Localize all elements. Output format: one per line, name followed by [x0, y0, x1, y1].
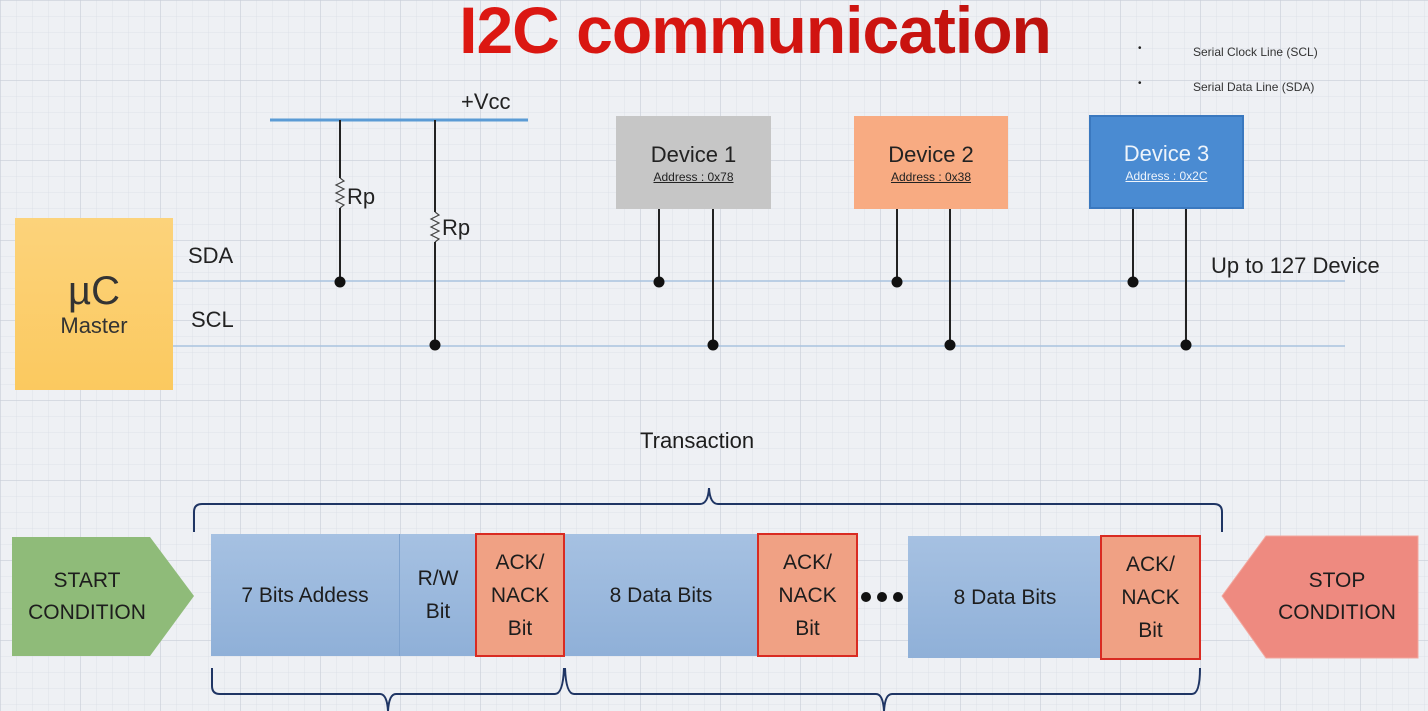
field-label: Bit — [1138, 619, 1163, 642]
field-label: 7 Bits Addess — [241, 583, 369, 607]
field-label: Bit — [795, 616, 820, 640]
data-frame-brace — [564, 667, 1201, 711]
device-address: Address : 0x38 — [890, 169, 972, 184]
stop-line1: STOP — [1308, 569, 1366, 592]
field-label: Bit — [507, 616, 533, 640]
junction-dot — [1127, 276, 1139, 288]
start-line2: CONDITION — [28, 600, 146, 624]
ack-nack-bit-1: ACK/ NACK Bit — [475, 533, 565, 657]
rw-bit-field: R/W Bit — [399, 534, 476, 656]
field-label: NACK — [778, 583, 837, 607]
device-name: Device 2 — [888, 141, 974, 167]
pullup-resistor-scl — [429, 120, 441, 351]
device-2: Device 2 Address : 0x38 — [854, 116, 1008, 209]
transaction-brace — [193, 487, 1223, 532]
field-label: 8 Data Bits — [953, 585, 1057, 609]
start-line1: START — [53, 568, 121, 592]
rp-label: Rp — [442, 215, 471, 240]
start-condition: START CONDITION — [12, 537, 162, 656]
vcc-label: +Vcc — [461, 89, 511, 114]
ack-nack-bit-2: ACK/ NACK Bit — [757, 533, 858, 657]
ellipsis-icon — [861, 592, 903, 602]
junction-dot — [653, 276, 665, 288]
capacity-note: Up to 127 Device — [1211, 253, 1380, 278]
field-label: NACK — [1121, 586, 1180, 609]
device-address: Address : 0x2C — [1125, 169, 1208, 183]
junction-dot — [1180, 339, 1192, 351]
field-label: 8 Data Bits — [609, 583, 713, 607]
device-name: Device 3 — [1123, 141, 1210, 166]
field-label: NACK — [490, 583, 550, 607]
junction-dot — [944, 339, 956, 351]
device-address: Address : 0x78 — [653, 169, 734, 184]
device-3: Device 3 Address : 0x2C — [1089, 115, 1244, 209]
scl-label: SCL — [191, 307, 234, 332]
transaction-label: Transaction — [640, 428, 755, 453]
junction-dot — [429, 339, 441, 351]
field-label: R/W — [417, 567, 459, 590]
junction-dot — [707, 339, 719, 351]
stop-condition: STOP CONDITION — [1262, 536, 1412, 658]
field-label: Bit — [425, 600, 451, 623]
junction-dot — [891, 276, 903, 288]
pullup-resistor-sda — [334, 120, 346, 288]
field-label: ACK/ — [782, 550, 832, 574]
address-frame-brace — [211, 667, 565, 711]
device-1: Device 1 Address : 0x78 — [616, 116, 771, 209]
address-bits-field: 7 Bits Addess — [211, 534, 399, 656]
master-role: Master — [60, 313, 128, 338]
field-label: ACK/ — [1125, 553, 1175, 576]
stop-line2: CONDITION — [1278, 601, 1396, 624]
ack-nack-bit-3: ACK/ NACK Bit — [1100, 535, 1201, 660]
rp-label: Rp — [347, 184, 376, 209]
master-block: µC Master — [15, 218, 173, 390]
field-label: ACK/ — [495, 550, 545, 574]
data-bits-field-1: 8 Data Bits — [565, 534, 757, 656]
master-symbol: µC — [68, 269, 120, 313]
sda-label: SDA — [188, 243, 234, 268]
junction-dot — [334, 276, 346, 288]
device-name: Device 1 — [650, 141, 737, 167]
data-bits-field-2: 8 Data Bits — [908, 536, 1102, 658]
